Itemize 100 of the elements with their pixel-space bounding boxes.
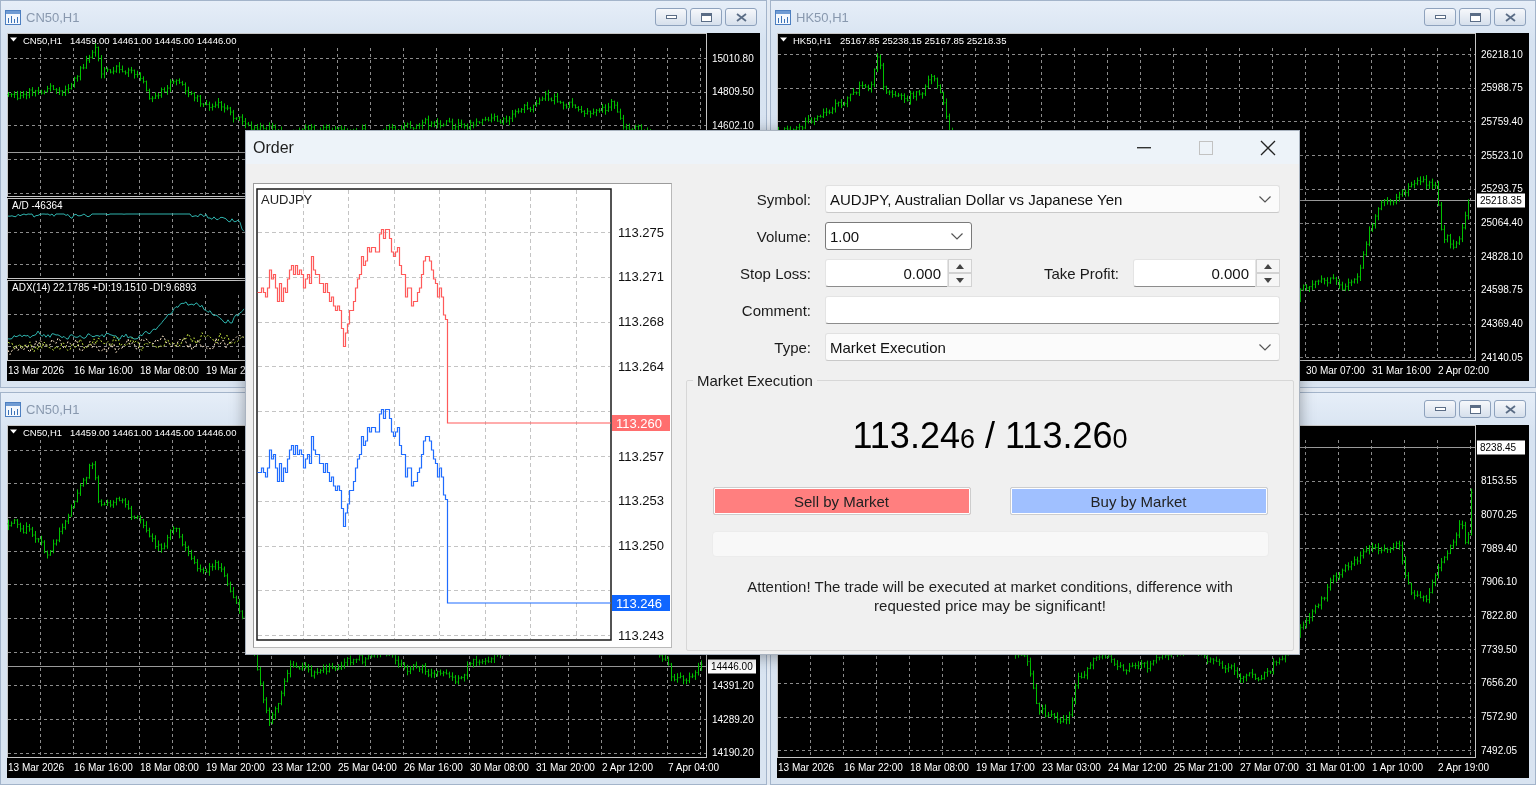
close-icon xyxy=(1260,139,1276,156)
price-tick-label: 113.257 xyxy=(618,448,665,464)
dropdown-triangle-icon[interactable] xyxy=(10,37,17,42)
ohlc-values: 25167.85 25238.15 25167.85 25218.35 xyxy=(840,34,1007,46)
close-button[interactable] xyxy=(1494,8,1526,26)
current-price-label: 25218.35 xyxy=(1477,193,1525,208)
price-tick-label: 113.275 xyxy=(618,224,665,240)
sell-button[interactable]: Sell by Market xyxy=(712,487,971,515)
price-label: 25759.40 xyxy=(1481,115,1523,127)
buy-button[interactable]: Buy by Market xyxy=(1009,487,1268,515)
restore-icon xyxy=(1469,12,1481,22)
current-price-label: 8238.45 xyxy=(1477,440,1525,455)
time-label: 19 Mar 2 xyxy=(206,365,246,376)
dropdown-triangle-icon[interactable] xyxy=(10,429,17,434)
price-label: 24598.75 xyxy=(1481,284,1523,296)
chart-symbol: CN50,H1 xyxy=(23,426,63,438)
time-label: 13 Mar 2026 xyxy=(8,365,65,376)
indicator-label: ADX(14) 22.1785 +DI:19.1510 -DI:9.6893 xyxy=(12,282,197,293)
time-label: 16 Mar 16:00 xyxy=(74,762,133,773)
restore-button[interactable] xyxy=(690,8,722,26)
time-label: 1 Apr 10:00 xyxy=(1372,762,1424,773)
text-field[interactable] xyxy=(825,296,1280,324)
time-label: 26 Mar 16:00 xyxy=(404,762,463,773)
chart-window-icon xyxy=(5,401,21,417)
close-icon xyxy=(1504,12,1516,22)
dropdown-triangle-icon[interactable] xyxy=(780,37,787,42)
price-label: 14190.20 xyxy=(712,747,754,759)
price-label: 7906.10 xyxy=(1481,576,1518,588)
price-label: 7822.80 xyxy=(1481,610,1518,621)
price-quote: 113.246 / 113.260 xyxy=(852,416,1128,458)
increment-button[interactable] xyxy=(948,259,972,273)
price-label: 8153.55 xyxy=(1481,475,1518,487)
price-label: 7656.20 xyxy=(1481,677,1518,689)
close-icon xyxy=(735,12,747,22)
time-label: 24 Mar 12:00 xyxy=(1108,762,1167,773)
down-triangle-icon xyxy=(956,277,964,283)
time-label: 25 Mar 04:00 xyxy=(338,762,397,773)
indicator-label: A/D -46364 xyxy=(12,200,63,211)
window-title: HK50,H1 xyxy=(796,9,849,25)
decrement-button[interactable] xyxy=(1256,273,1280,287)
field-label: Stop Loss: xyxy=(739,264,811,282)
time-label: 25 Mar 21:00 xyxy=(1174,762,1233,773)
number-field[interactable]: 0.000 xyxy=(1133,259,1256,287)
dialog-title: Order xyxy=(253,138,294,157)
restore-button[interactable] xyxy=(1459,8,1491,26)
decrement-button[interactable] xyxy=(948,273,972,287)
current-price-label: 14446.00 xyxy=(708,659,756,674)
time-label: 16 Mar 22:00 xyxy=(844,762,903,773)
time-label: 2 Apr 12:00 xyxy=(602,762,654,773)
price-label: 7492.05 xyxy=(1481,744,1518,756)
time-label: 23 Mar 12:00 xyxy=(272,762,331,773)
increment-button[interactable] xyxy=(1256,259,1280,273)
close-icon xyxy=(1504,404,1516,414)
group-title: Market Execution xyxy=(696,372,814,389)
minimize-icon xyxy=(1434,15,1446,19)
number-field[interactable]: 0.000 xyxy=(825,259,948,287)
time-label: 18 Mar 08:00 xyxy=(910,762,969,773)
time-label: 27 Mar 07:00 xyxy=(1240,762,1299,773)
field-label: Type: xyxy=(773,338,811,356)
warning-text: Attention! The trade will be executed at market conditions, difference with requested price may be significant! xyxy=(746,577,1234,615)
price-label: 14809.50 xyxy=(712,86,754,98)
time-label: 30 Mar 08:00 xyxy=(470,762,529,773)
time-label: 16 Mar 16:00 xyxy=(74,365,133,376)
minimize-button[interactable] xyxy=(1424,8,1456,26)
price-tick-label: 113.253 xyxy=(618,493,665,509)
time-label: 31 Mar 01:00 xyxy=(1306,762,1365,773)
restore-icon xyxy=(1469,404,1481,414)
field-label: Volume: xyxy=(755,227,811,245)
price-tick-label: 113.264 xyxy=(618,358,665,374)
up-triangle-icon xyxy=(956,263,964,269)
ohlc-values: 14459.00 14461.00 14445.00 14446.00 xyxy=(70,34,237,46)
field-label: Symbol: xyxy=(755,190,811,208)
chart-symbol: AUDJPY xyxy=(261,192,313,207)
chart-symbol: CN50,H1 xyxy=(23,34,63,46)
price-tick-label: 113.271 xyxy=(618,269,665,285)
ask-price-tag: 113.260 xyxy=(612,415,670,431)
chevron-down-icon xyxy=(1259,343,1271,351)
restore-icon xyxy=(700,12,712,22)
dropdown-field[interactable]: Market Execution xyxy=(825,333,1280,361)
restore-button[interactable] xyxy=(1459,400,1491,418)
dropdown-field[interactable]: AUDJPY, Australian Dollar vs Japanese Yen xyxy=(825,185,1280,213)
field-label: Comment: xyxy=(740,301,811,319)
time-label: 31 Mar 16:00 xyxy=(1372,365,1431,376)
chevron-down-icon xyxy=(951,232,963,240)
time-label: 19 Mar 20:00 xyxy=(206,762,265,773)
chevron-down-icon xyxy=(1259,195,1271,203)
chart-window-icon xyxy=(775,9,791,25)
minimize-button[interactable] xyxy=(655,8,687,26)
close-button[interactable] xyxy=(1494,400,1526,418)
price-label: 24140.05 xyxy=(1481,351,1523,363)
down-triangle-icon xyxy=(1264,277,1272,283)
minimize-button[interactable] xyxy=(1424,400,1456,418)
combo-box[interactable]: 1.00 xyxy=(825,222,972,250)
price-label: 8070.25 xyxy=(1481,508,1518,520)
bid-price-tag: 113.246 xyxy=(612,595,670,611)
minimize-icon xyxy=(665,15,677,19)
time-label: 18 Mar 08:00 xyxy=(140,762,199,773)
close-button[interactable] xyxy=(725,8,757,26)
time-label: 2 Apr 19:00 xyxy=(1438,762,1490,773)
price-label: 26218.10 xyxy=(1481,48,1523,60)
